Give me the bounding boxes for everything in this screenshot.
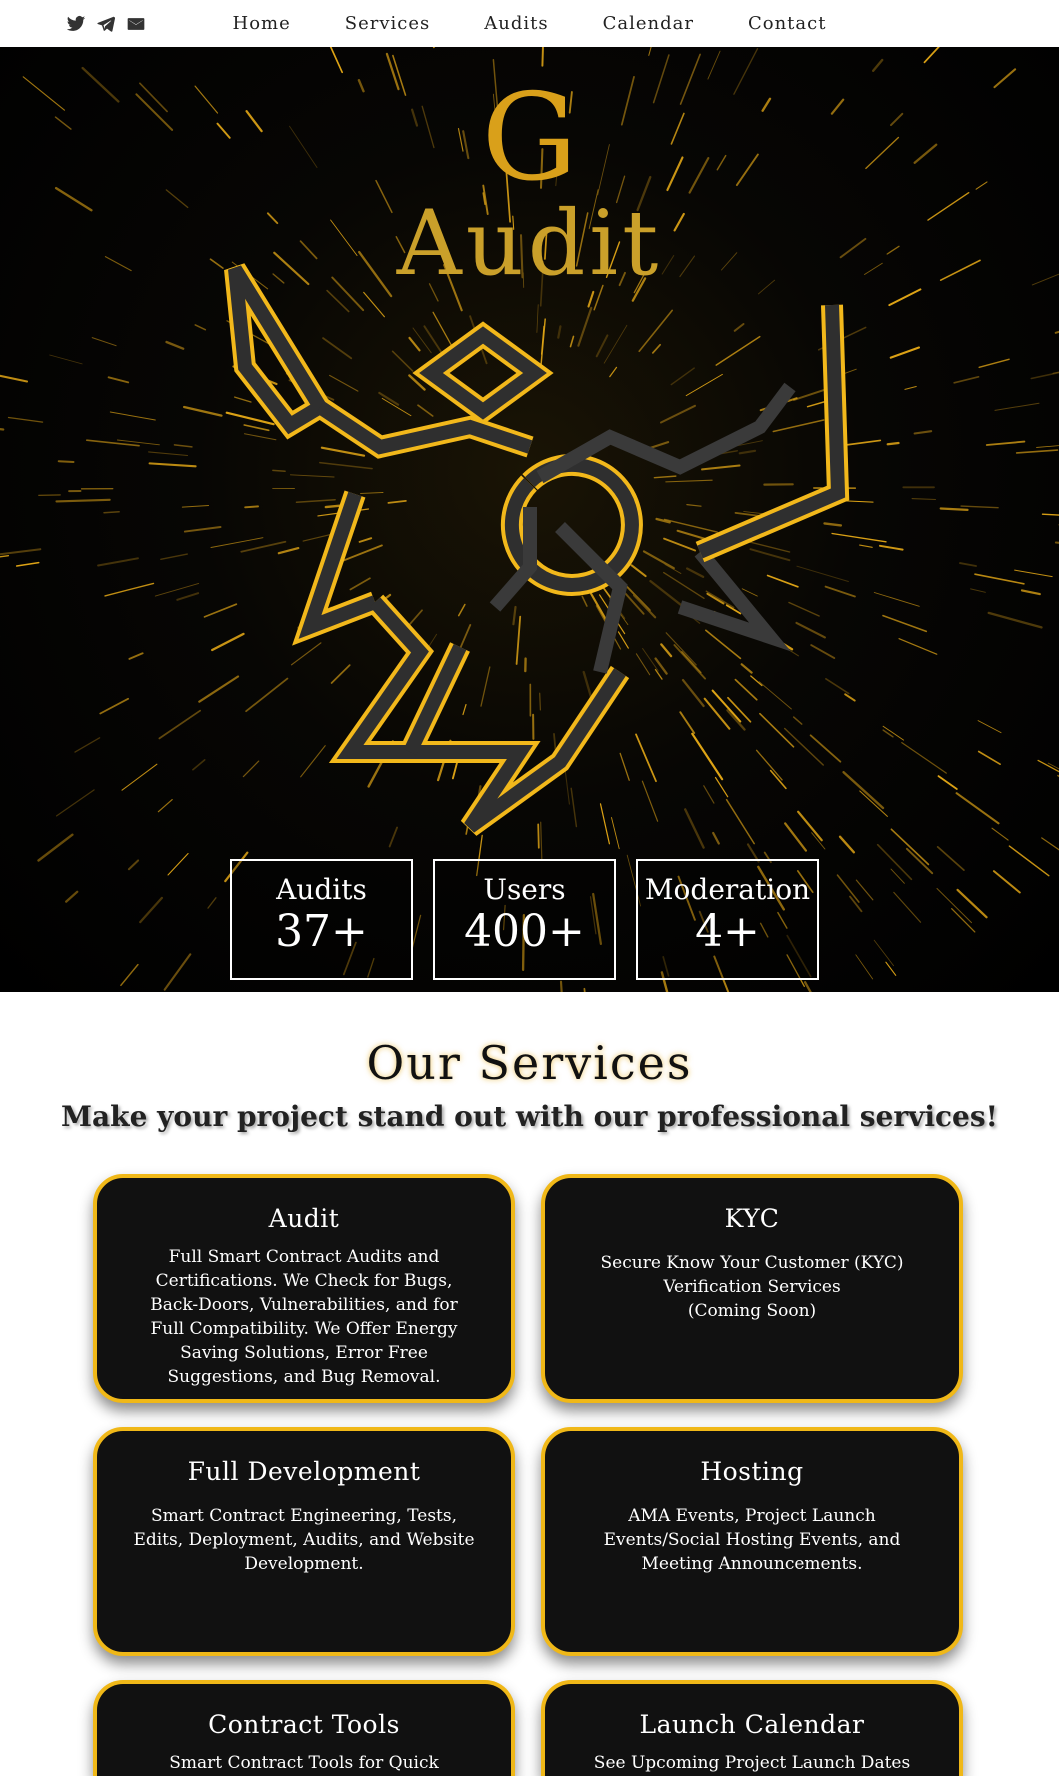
stat-label: Users <box>483 873 566 906</box>
service-card-text: Smart Contract Engineering, Tests, Edits… <box>133 1506 475 1574</box>
stat-label: Moderation <box>644 873 811 906</box>
service-card-text: See Upcoming Project Launch Dates and <box>593 1753 911 1773</box>
service-card-title: Launch Calendar <box>639 1710 865 1739</box>
service-card-kyc[interactable]: KYC Secure Know Your Customer (KYC) Veri… <box>541 1174 963 1403</box>
service-card-full-development[interactable]: Full Development Smart Contract Engineer… <box>93 1427 515 1656</box>
stat-moderation: Moderation 4+ <box>636 859 819 980</box>
nav-audits-link[interactable]: Audits <box>484 13 548 34</box>
hero-banner: G Audit Audits 37+ Users 400+ Moderation… <box>0 47 1059 992</box>
service-card-text: Full Smart Contract Audits and Certifica… <box>150 1247 458 1387</box>
stats-row: Audits 37+ Users 400+ Moderation 4+ <box>230 859 819 980</box>
service-card-title: Audit <box>268 1204 340 1233</box>
service-card-audit[interactable]: Audit Full Smart Contract Audits and Cer… <box>93 1174 515 1403</box>
service-card-contract-tools[interactable]: Contract Tools Smart Contract Tools for … <box>93 1680 515 1776</box>
stat-label: Audits <box>276 873 367 906</box>
stat-value: 4+ <box>695 906 760 957</box>
nav-services-link[interactable]: Services <box>345 13 430 34</box>
service-card-title: Contract Tools <box>208 1710 400 1739</box>
nav-contact-link[interactable]: Contact <box>748 13 826 34</box>
services-subheading: Make your project stand out with our pro… <box>61 1100 998 1133</box>
service-card-title: KYC <box>724 1204 780 1233</box>
stat-value: 37+ <box>275 906 368 957</box>
service-card-text: AMA Events, Project Launch Events/Social… <box>603 1506 901 1574</box>
stat-audits: Audits 37+ <box>230 859 413 980</box>
service-card-title: Hosting <box>700 1457 804 1486</box>
service-card-hosting[interactable]: Hosting AMA Events, Project Launch Event… <box>541 1427 963 1656</box>
stat-users: Users 400+ <box>433 859 616 980</box>
service-card-title: Full Development <box>187 1457 421 1486</box>
service-card-text: Smart Contract Tools for Quick Analysis <box>169 1753 439 1773</box>
service-card-launch-calendar[interactable]: Launch Calendar See Upcoming Project Lau… <box>541 1680 963 1776</box>
nav-home-link[interactable]: Home <box>233 13 291 34</box>
g-audit-emblem <box>224 263 850 836</box>
top-navbar: Home Services Audits Calendar Contact <box>0 0 1059 47</box>
nav-calendar-link[interactable]: Calendar <box>603 13 694 34</box>
main-menu: Home Services Audits Calendar Contact <box>0 0 1059 47</box>
stat-value: 400+ <box>464 906 585 957</box>
services-heading: Our Services <box>366 1036 693 1090</box>
service-card-text: Secure Know Your Customer (KYC) Verifica… <box>600 1253 904 1321</box>
